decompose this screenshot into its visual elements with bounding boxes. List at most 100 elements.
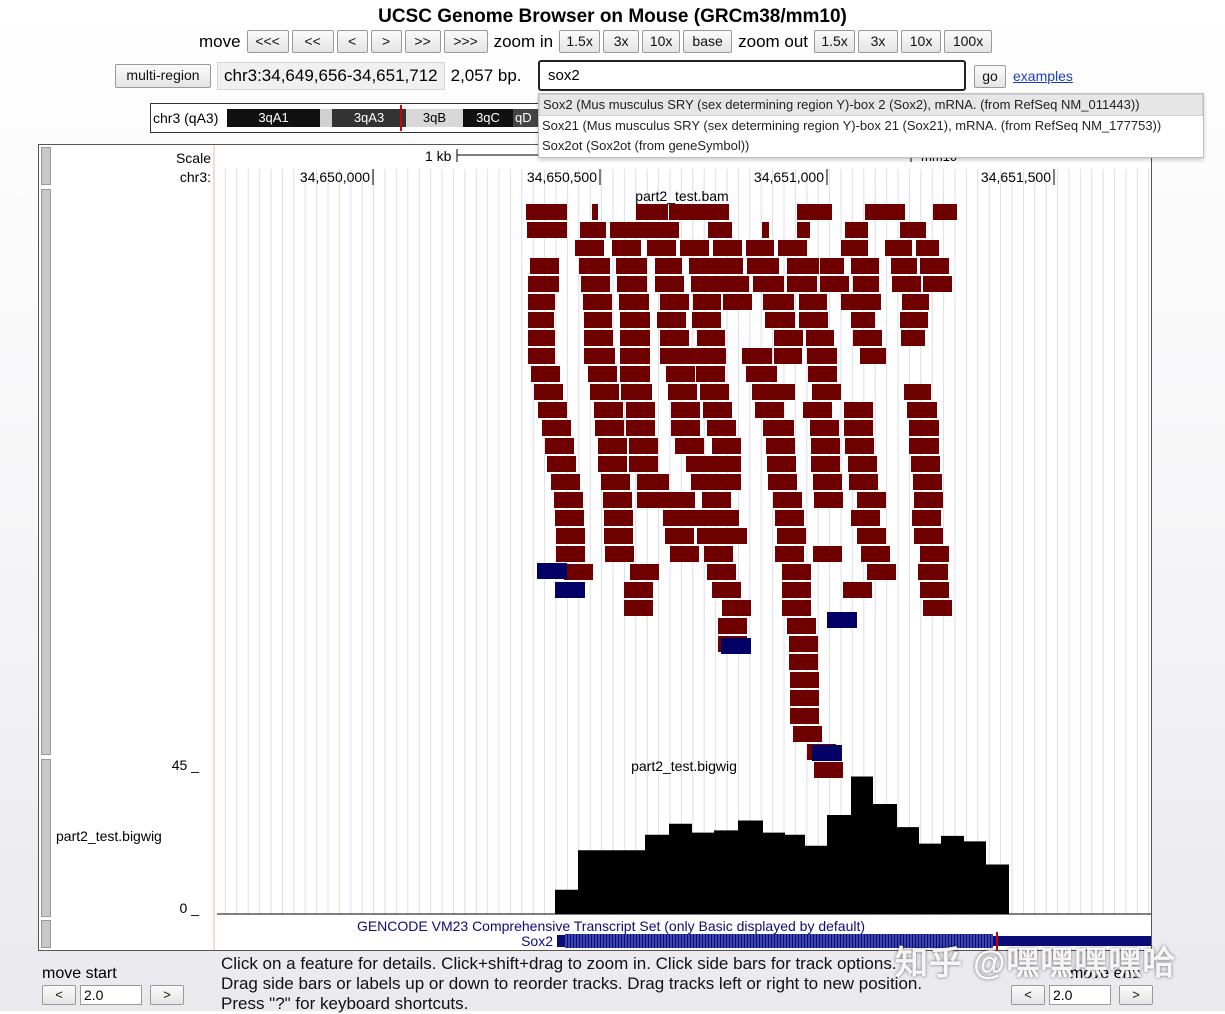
read-forward bbox=[901, 330, 925, 346]
gene-utr bbox=[557, 935, 565, 947]
read-forward bbox=[803, 402, 832, 418]
read-forward bbox=[526, 204, 567, 220]
read-forward bbox=[782, 582, 811, 598]
zoom-in-10x-button[interactable]: 10x bbox=[642, 30, 681, 53]
move-start-right-button[interactable]: > bbox=[150, 985, 184, 1005]
read-forward bbox=[865, 204, 905, 220]
examples-link[interactable]: examples bbox=[1013, 68, 1073, 84]
search-input[interactable]: sox2 bbox=[538, 60, 966, 91]
read-forward bbox=[584, 312, 612, 328]
read-reverse bbox=[827, 612, 857, 628]
read-forward bbox=[775, 510, 804, 526]
read-forward bbox=[655, 276, 684, 292]
band-3qA1: 3qA1 bbox=[227, 109, 320, 127]
read-forward bbox=[556, 546, 585, 562]
read-forward bbox=[660, 330, 689, 346]
read-forward bbox=[849, 474, 878, 490]
multi-region-button[interactable]: multi-region bbox=[115, 64, 211, 88]
autocomplete-item[interactable]: Sox2ot (Sox2ot (from geneSymbol)) bbox=[539, 136, 1203, 156]
read-forward bbox=[598, 456, 627, 472]
read-forward bbox=[777, 528, 806, 544]
ideogram-chrom-label: chr3 (qA3) bbox=[153, 110, 219, 126]
read-forward bbox=[790, 690, 819, 706]
zoom-out-1.5x-button[interactable]: 1.5x bbox=[814, 30, 856, 53]
track-image-panel[interactable]: Scale chr3: 1 kb mm10 34,650,00034,650,5… bbox=[38, 144, 1152, 951]
read-forward bbox=[692, 312, 721, 328]
move-far-right-button[interactable]: >>> bbox=[443, 30, 488, 53]
read-forward bbox=[844, 402, 873, 418]
read-forward bbox=[556, 528, 585, 544]
move-right-button[interactable]: > bbox=[370, 30, 402, 53]
read-forward bbox=[598, 438, 627, 454]
read-forward bbox=[911, 456, 940, 472]
read-forward bbox=[774, 330, 803, 346]
read-forward bbox=[680, 240, 709, 256]
track-canvas[interactable]: Scale chr3: 1 kb mm10 34,650,00034,650,5… bbox=[39, 145, 1152, 951]
zoom-out-100x-button[interactable]: 100x bbox=[944, 30, 993, 53]
autocomplete-item[interactable]: Sox2 (Mus musculus SRY (sex determining … bbox=[539, 94, 1203, 116]
move-end-left-button[interactable]: < bbox=[1011, 985, 1045, 1005]
read-forward bbox=[853, 276, 879, 292]
move-right-2-button[interactable]: >> bbox=[404, 30, 441, 53]
bam-track-title: part2_test.bam bbox=[635, 188, 728, 204]
read-forward bbox=[710, 510, 739, 526]
move-end-input[interactable]: 2.0 bbox=[1049, 985, 1111, 1005]
page-title: UCSC Genome Browser on Mouse (GRCm38/mm1… bbox=[378, 6, 847, 27]
zoom-out-10x-button[interactable]: 10x bbox=[901, 30, 942, 53]
read-forward bbox=[900, 312, 928, 328]
read-forward bbox=[647, 240, 676, 256]
read-forward bbox=[885, 240, 912, 256]
read-forward bbox=[707, 420, 736, 436]
read-forward bbox=[811, 438, 840, 454]
zoom-out-3x-button[interactable]: 3x bbox=[858, 30, 899, 53]
read-forward bbox=[766, 384, 795, 400]
read-forward bbox=[914, 528, 943, 544]
chromosome-ideogram[interactable]: chr3 (qA3) 3qA1 3qA3 3qB 3qC qD bbox=[150, 103, 545, 133]
read-forward bbox=[547, 456, 576, 472]
zoom-in-3x-button[interactable]: 3x bbox=[603, 30, 640, 53]
read-forward bbox=[790, 708, 819, 724]
read-forward bbox=[700, 384, 729, 400]
read-forward bbox=[660, 294, 689, 310]
read-forward bbox=[790, 672, 819, 688]
go-button[interactable]: go bbox=[974, 65, 1006, 88]
move-end-controls: < 2.0 > bbox=[1011, 985, 1153, 1005]
read-forward bbox=[616, 258, 647, 274]
read-forward bbox=[601, 474, 630, 490]
read-forward bbox=[762, 222, 769, 238]
move-start-input[interactable]: 2.0 bbox=[80, 985, 142, 1005]
autocomplete-item[interactable]: Sox21 (Mus musculus SRY (sex determining… bbox=[539, 116, 1203, 136]
read-forward bbox=[712, 474, 741, 490]
move-start-left-button[interactable]: < bbox=[42, 985, 76, 1005]
read-forward bbox=[617, 276, 647, 292]
move-left-2-button[interactable]: << bbox=[291, 30, 334, 53]
read-forward bbox=[891, 258, 917, 274]
move-far-left-button[interactable]: <<< bbox=[246, 30, 289, 53]
help-line-2: Drag side bars or labels up or down to r… bbox=[221, 974, 923, 993]
read-forward bbox=[767, 456, 796, 472]
region-size: 2,057 bp. bbox=[450, 66, 522, 85]
zoom-in-1.5x-button[interactable]: 1.5x bbox=[559, 30, 601, 53]
read-forward bbox=[603, 492, 632, 508]
read-forward bbox=[812, 384, 841, 400]
read-forward bbox=[768, 474, 797, 490]
move-end-right-button[interactable]: > bbox=[1119, 985, 1153, 1005]
move-left-button[interactable]: < bbox=[336, 30, 368, 53]
read-forward bbox=[707, 564, 736, 580]
read-forward bbox=[665, 528, 694, 544]
bigwig-side-label: part2_test.bigwig bbox=[56, 828, 162, 844]
zoom-in-base-button[interactable]: base bbox=[683, 30, 733, 53]
chrom-tick-label: 34,650,500 bbox=[527, 169, 597, 185]
read-forward bbox=[857, 528, 886, 544]
read-forward bbox=[843, 582, 872, 598]
read-forward bbox=[916, 240, 939, 256]
read-forward bbox=[820, 258, 844, 274]
read-forward bbox=[708, 222, 732, 238]
read-forward bbox=[712, 456, 741, 472]
read-forward bbox=[857, 492, 886, 508]
read-forward bbox=[629, 438, 658, 454]
read-forward bbox=[528, 294, 555, 310]
read-forward bbox=[912, 510, 941, 526]
read-forward bbox=[787, 258, 819, 274]
band-3qA3: 3qA3 bbox=[332, 109, 406, 127]
